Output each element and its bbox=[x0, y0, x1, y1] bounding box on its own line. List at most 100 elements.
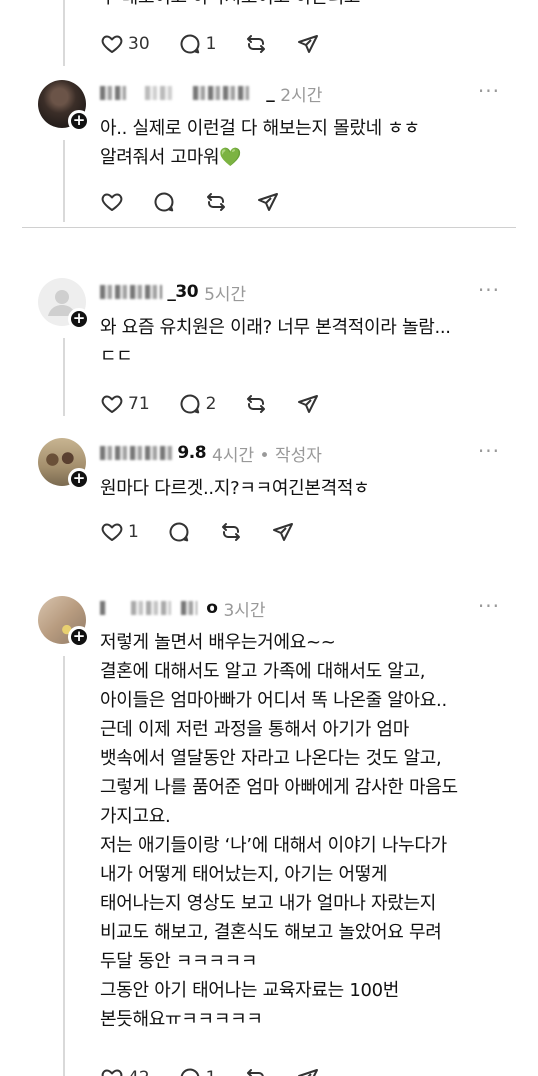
avatar[interactable]: + bbox=[38, 80, 90, 132]
action-bar: 30 1 bbox=[100, 30, 348, 58]
comment-text: 저렇게 놀면서 배우는거에요~~ 결혼에 대해서도 알고 가족에 대해서도 알고… bbox=[100, 628, 508, 1034]
send-icon bbox=[258, 193, 278, 211]
comment-line: 저렇게 놀면서 배우는거에요~~ bbox=[100, 632, 336, 653]
more-options-icon[interactable]: ··· bbox=[478, 594, 500, 618]
comment-line: 비교도 해보고, 결혼식도 해보고 놀았어요 무려 bbox=[100, 922, 442, 943]
like-count: 42 bbox=[128, 1068, 150, 1076]
comment-line: 결혼에 대해서도 알고 가족에 대해서도 알고, bbox=[100, 661, 426, 682]
timestamp: 4시간 • 작성자 bbox=[212, 445, 322, 466]
thread-line bbox=[63, 0, 65, 66]
thread-line bbox=[63, 656, 65, 1076]
reply-icon bbox=[169, 522, 189, 542]
repost-icon bbox=[221, 523, 240, 541]
comment-header: _30 5시간 ··· bbox=[100, 278, 500, 305]
follow-plus-icon[interactable]: + bbox=[68, 468, 90, 490]
action-bar: 71 2 bbox=[100, 390, 348, 418]
comment-line: 아.. 실제로 이런걸 다 해보는지 몰랐네 ㅎㅎ bbox=[100, 118, 420, 139]
comment-text: 아.. 실제로 이런걸 다 해보는지 몰랐네 ㅎㅎ 알려줘서 고마워💚 bbox=[100, 114, 508, 172]
comment-line: 수 태소이고 하탁처소이고 하는리고 bbox=[100, 0, 360, 8]
timestamp: 3시간 bbox=[223, 600, 266, 621]
heart-icon bbox=[101, 395, 123, 413]
send-icon bbox=[298, 395, 319, 413]
reply-icon bbox=[180, 34, 200, 54]
send-icon bbox=[272, 523, 293, 541]
reply-button[interactable]: 1 bbox=[178, 32, 217, 56]
reply-icon bbox=[154, 192, 174, 212]
reply-count: 1 bbox=[205, 34, 217, 54]
like-button[interactable]: 1 bbox=[100, 520, 139, 544]
follow-plus-icon[interactable]: + bbox=[68, 110, 90, 132]
repost-icon bbox=[247, 35, 266, 53]
share-button[interactable] bbox=[271, 520, 295, 544]
comment-line: 알려줘서 고마워💚 bbox=[100, 147, 242, 168]
comment-text: 와 요즘 유치원은 이래? 너무 본격적이라 놀람... ㄷㄷ bbox=[100, 313, 508, 371]
comment-line: 아이들은 엄마아빠가 어디서 똑 나온줄 알아요.. bbox=[100, 690, 447, 711]
repost-button[interactable] bbox=[204, 190, 228, 214]
comment-line: 뱃속에서 열달동안 자라고 나온다는 것도 알고, bbox=[100, 748, 442, 769]
heart-icon bbox=[101, 1069, 123, 1076]
comment-text: 원마다 다르겟..지?ㅋㅋ여긴본격적ㅎ bbox=[100, 474, 508, 503]
send-icon bbox=[298, 1069, 319, 1076]
comment-line: 가지고요. bbox=[100, 806, 171, 827]
comment-header: o 3시간 ··· bbox=[100, 594, 500, 621]
follow-plus-icon[interactable]: + bbox=[68, 626, 90, 648]
comment-line: 저는 애기들이랑 ‘나’에 대해서 이야기 나누다가 bbox=[100, 835, 447, 856]
reply-count: 1 bbox=[206, 1068, 217, 1076]
heart-icon bbox=[101, 35, 123, 53]
follow-plus-icon[interactable]: + bbox=[68, 308, 90, 330]
like-button[interactable] bbox=[100, 190, 124, 214]
comment-line: 본듯해요ㅠㅋㅋㅋㅋㅋ bbox=[100, 1009, 263, 1030]
username[interactable]: _30 bbox=[100, 282, 199, 302]
share-button[interactable] bbox=[296, 32, 320, 56]
comment-header: 9.8 4시간 • 작성자 ··· bbox=[100, 439, 500, 466]
comment-line: 두달 동안 ㅋㅋㅋㅋㅋ bbox=[100, 951, 258, 972]
repost-icon bbox=[247, 1069, 265, 1076]
reply-icon bbox=[180, 1068, 199, 1076]
send-icon bbox=[298, 35, 319, 53]
more-options-icon[interactable]: ··· bbox=[478, 439, 500, 463]
action-bar: 1 bbox=[100, 518, 323, 546]
reply-button[interactable] bbox=[167, 520, 191, 544]
reply-count: 2 bbox=[205, 394, 217, 414]
like-count: 30 bbox=[128, 34, 150, 54]
comment-text-partial: 수 태소이고 하탁처소이고 하는리고 bbox=[100, 0, 508, 12]
username[interactable]: _ bbox=[100, 83, 275, 103]
username[interactable]: o bbox=[100, 598, 218, 618]
repost-button[interactable] bbox=[244, 32, 268, 56]
reply-button[interactable]: 2 bbox=[178, 392, 217, 416]
timestamp: 2시간 bbox=[280, 85, 323, 106]
repost-icon bbox=[207, 193, 225, 211]
avatar[interactable]: + bbox=[38, 438, 90, 490]
like-button[interactable]: 42 bbox=[100, 1066, 150, 1076]
reply-button[interactable] bbox=[152, 190, 176, 214]
like-button[interactable]: 30 bbox=[100, 32, 150, 56]
repost-button[interactable] bbox=[244, 1066, 268, 1076]
action-bar: 42 1 bbox=[100, 1064, 348, 1076]
repost-button[interactable] bbox=[219, 520, 243, 544]
timestamp: 5시간 bbox=[204, 284, 247, 305]
comment-line: 그동안 아기 태어나는 교육자료는 100번 bbox=[100, 980, 400, 1001]
reply-button[interactable]: 1 bbox=[178, 1066, 217, 1076]
avatar[interactable]: + bbox=[38, 596, 90, 648]
username[interactable]: 9.8 bbox=[100, 443, 207, 463]
comment-line: 원마다 다르겟..지?ㅋㅋ여긴본격적ㅎ bbox=[100, 478, 370, 499]
like-button[interactable]: 71 bbox=[100, 392, 150, 416]
share-button[interactable] bbox=[296, 392, 320, 416]
more-options-icon[interactable]: ··· bbox=[478, 278, 500, 302]
thread-line bbox=[63, 338, 65, 416]
comment-line: 그렇게 나를 품어준 엄마 아빠에게 감사한 마음도 bbox=[100, 777, 458, 798]
heart-icon bbox=[101, 193, 123, 211]
comment-header: _ 2시간 ··· bbox=[100, 79, 500, 106]
more-options-icon[interactable]: ··· bbox=[478, 79, 500, 103]
repost-button[interactable] bbox=[244, 392, 268, 416]
share-button[interactable] bbox=[256, 190, 280, 214]
comment-line: ㄷㄷ bbox=[100, 346, 133, 367]
share-button[interactable] bbox=[296, 1066, 320, 1076]
avatar[interactable]: + bbox=[38, 278, 90, 330]
comment-line: 와 요즘 유치원은 이래? 너무 본격적이라 놀람... bbox=[100, 317, 451, 338]
thread-line bbox=[63, 140, 65, 222]
reply-icon bbox=[180, 394, 200, 414]
repost-icon bbox=[247, 395, 266, 413]
comment-line: 태어나는지 영상도 보고 내가 얼마나 자랐는지 bbox=[100, 893, 437, 914]
action-bar bbox=[100, 188, 308, 216]
